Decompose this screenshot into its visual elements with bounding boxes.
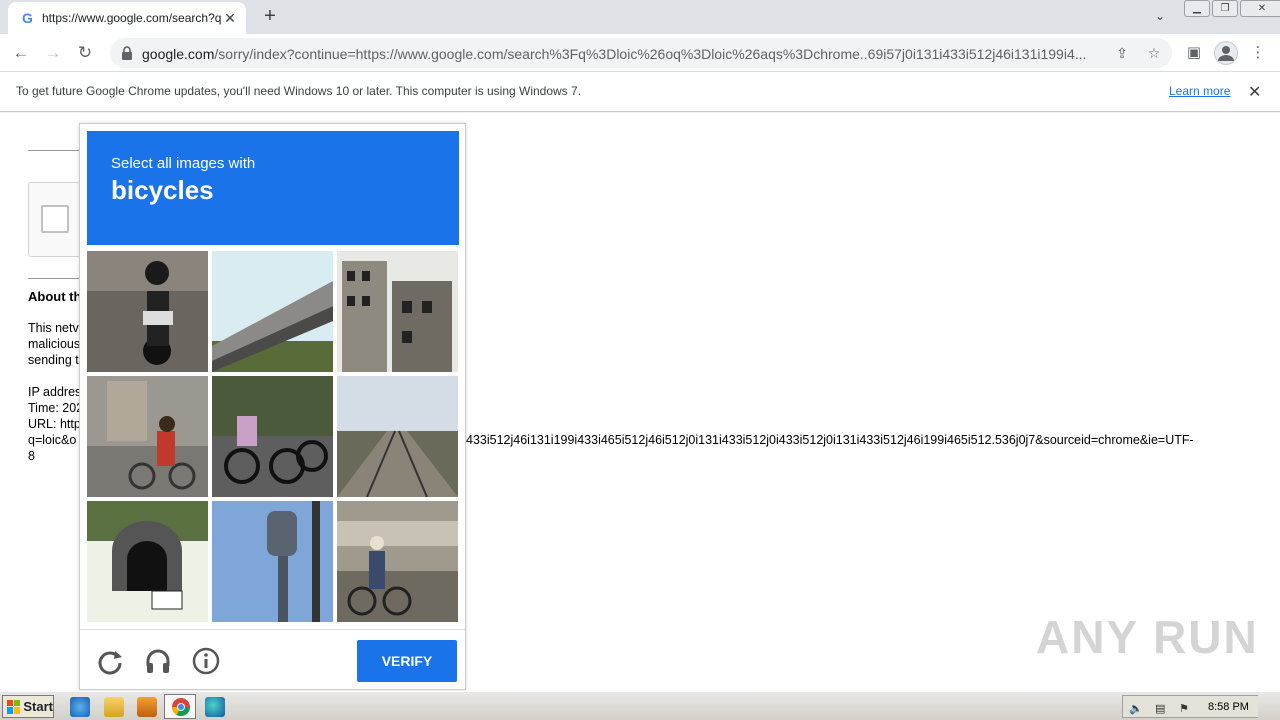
verify-button[interactable]: VERIFY <box>357 640 457 682</box>
start-button[interactable]: Start <box>2 695 54 718</box>
about-heading: About th <box>28 289 82 304</box>
menu-kebab-icon[interactable]: ⋮ <box>1246 42 1270 64</box>
tab-search-chevron-icon[interactable]: ⌄ <box>1150 6 1170 26</box>
captcha-header: Select all images with bicycles <box>87 131 459 245</box>
new-tab-button[interactable]: + <box>258 4 282 28</box>
tab-title: https://www.google.com/search?q= <box>42 11 222 25</box>
back-arrow-icon[interactable]: ← <box>8 40 34 66</box>
captcha-tile-parked-bicycles[interactable] <box>212 376 333 497</box>
captcha-target-word: bicycles <box>111 175 214 205</box>
action-center-flag-icon[interactable]: ⚑ <box>1179 702 1193 715</box>
url-end-line: 8 <box>28 449 35 463</box>
lock-icon <box>122 46 132 60</box>
taskbar-clock[interactable]: 8:58 PM <box>1208 701 1249 713</box>
para1-line: sending t <box>28 353 79 367</box>
forward-arrow-icon[interactable]: → <box>40 40 66 66</box>
anyrun-watermark: ANY RUN <box>1036 611 1259 663</box>
page-content: About th This netv malicious sending t I… <box>0 113 1280 691</box>
file-explorer-icon[interactable] <box>104 697 124 717</box>
captcha-tile-tunnel[interactable] <box>87 501 208 622</box>
ip-address-line: IP addres <box>28 385 82 399</box>
captcha-tile-parking-meter[interactable] <box>212 501 333 622</box>
windows-flag-icon <box>7 699 21 714</box>
captcha-tile-railway[interactable] <box>337 376 458 497</box>
info-icon[interactable] <box>191 646 221 676</box>
audio-challenge-headphones-icon[interactable] <box>143 646 173 676</box>
divider <box>28 278 80 279</box>
captcha-challenge: Select all images with bicycles VERIFY <box>79 123 466 690</box>
chrome-icon <box>172 698 190 717</box>
window-controls: ▁ ❐ ✕ <box>1182 0 1280 17</box>
learn-more-link[interactable]: Learn more <box>1169 84 1230 98</box>
internet-explorer-icon[interactable] <box>70 697 90 717</box>
close-window-button[interactable]: ✕ <box>1240 0 1280 17</box>
bookmark-star-icon[interactable]: ☆ <box>1144 43 1164 63</box>
browser-tab[interactable]: G https://www.google.com/search?q= ✕ <box>8 2 246 34</box>
restore-button[interactable]: ❐ <box>1212 0 1238 17</box>
network-icon[interactable]: ▤ <box>1155 702 1169 715</box>
tab-strip: G https://www.google.com/search?q= ✕ + ⌄… <box>0 0 1280 34</box>
browser-toolbar: ← → ↻ google.com/sorry/index?continue=ht… <box>0 34 1280 72</box>
captcha-tile-overpass[interactable] <box>212 251 333 372</box>
captcha-prompt: Select all images with <box>111 155 256 172</box>
captcha-tile-cyclist[interactable] <box>337 501 458 622</box>
address-bar[interactable]: google.com/sorry/index?continue=https://… <box>110 38 1172 68</box>
reload-challenge-icon[interactable] <box>95 646 125 676</box>
tab-close-icon[interactable]: ✕ <box>222 10 238 27</box>
para1-line: malicious <box>28 337 81 351</box>
captcha-tile-child-bicycle[interactable] <box>87 376 208 497</box>
infobar-message: To get future Google Chrome updates, you… <box>16 84 582 98</box>
captcha-footer: VERIFY <box>80 629 465 689</box>
chrome-taskbar-button[interactable] <box>164 694 196 719</box>
time-line: Time: 202 <box>28 401 84 415</box>
url-tail-text: 433i512j46i131i199i433i465i512j46i512j0i… <box>466 433 1194 447</box>
recaptcha-checkbox[interactable] <box>41 205 69 233</box>
start-label: Start <box>23 699 53 714</box>
google-favicon-icon: G <box>22 10 33 26</box>
reload-icon[interactable]: ↻ <box>72 40 98 66</box>
para1-line: This netv <box>28 321 79 335</box>
divider <box>28 150 80 151</box>
captcha-tile-buildings[interactable] <box>337 251 458 372</box>
url-text: google.com/sorry/index?continue=https://… <box>142 46 1087 62</box>
url-continued-line: q=loic&o <box>28 433 77 447</box>
profile-avatar-icon[interactable] <box>1214 41 1238 65</box>
update-infobar: To get future Google Chrome updates, you… <box>0 72 1280 112</box>
captcha-tile-motorcycle[interactable] <box>87 251 208 372</box>
minimize-button[interactable]: ▁ <box>1184 0 1210 17</box>
volume-icon[interactable]: 🔈 <box>1129 702 1143 715</box>
infobar-close-icon[interactable]: ✕ <box>1248 82 1261 102</box>
share-icon[interactable]: ⇪ <box>1112 43 1132 63</box>
windows-taskbar: Start 🔈 ▤ ⚑ 8:58 PM <box>0 691 1280 720</box>
side-panel-icon[interactable]: ▣ <box>1182 42 1206 64</box>
url-line: URL: http <box>28 417 81 431</box>
media-player-icon[interactable] <box>137 697 157 717</box>
edge-icon[interactable] <box>205 697 225 717</box>
